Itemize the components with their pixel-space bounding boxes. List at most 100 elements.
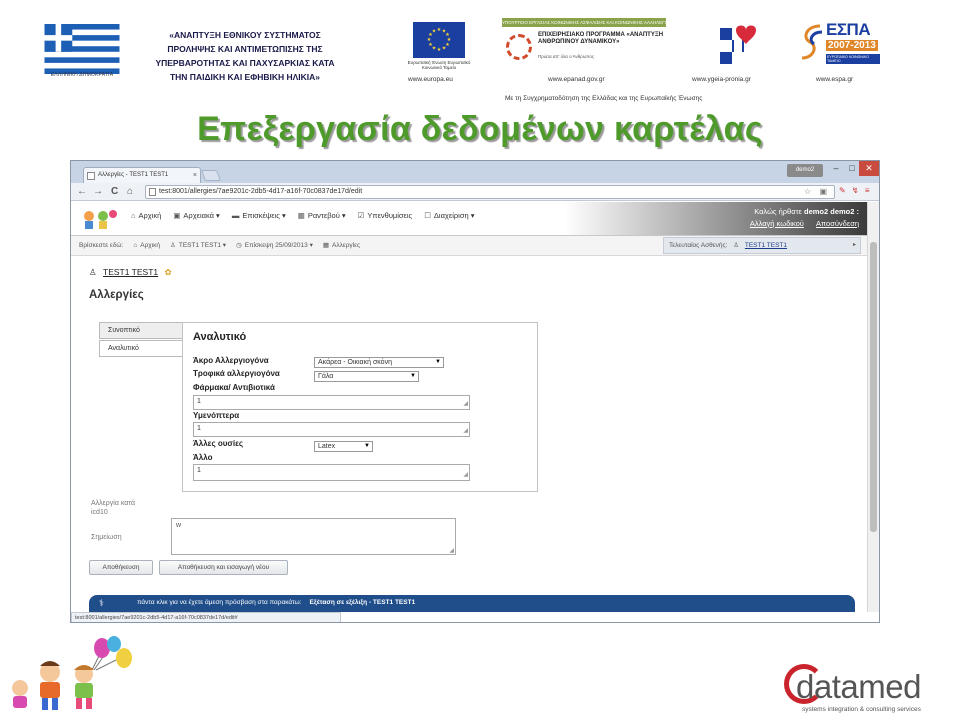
breadcrumb: Βρίσκεστε εδώ: ⌂ Αρχική ♙ TEST1 TEST1 ▾ ◷ Ε… (71, 236, 867, 256)
epanad-title: ΕΠΙΧΕΙΡΗΣΙΑΚΟ ΠΡΟΓΡΑΜΜΑ «ΑΝΑΠΤΥΞΗ ΑΝΘΡΩΠ… (538, 32, 664, 45)
menu-item-admin[interactable]: ☐ Διαχείριση ▾ (424, 211, 474, 220)
menu-item-records[interactable]: ▣ Αρχειακά ▾ (173, 211, 220, 220)
breadcrumb-item-home[interactable]: ⌂ Αρχική (133, 236, 160, 255)
browser-toolbar: ← → C ⌂ test:8001/allergies/7ae9201c-2db… (71, 183, 879, 201)
note-textarea[interactable]: w ◢ (171, 518, 456, 555)
tab-title: Αλλεργίες - TEST1 TEST1 (98, 172, 169, 178)
scrollbar-thumb[interactable] (870, 242, 877, 532)
greek-flag-caption: ΕΛΛΗΝΙΚΗ ΔΗΜΟΚΡΑΤΙΑ (50, 72, 114, 78)
last-patient-name[interactable]: TEST1 TEST1 (745, 242, 787, 249)
home-icon: ⌂ (133, 242, 138, 249)
resize-grip-icon[interactable]: ◢ (463, 427, 468, 436)
other-substances-select[interactable]: Latex ▼ (314, 441, 373, 452)
back-arrow-icon[interactable]: ← (77, 185, 87, 199)
reload-icon[interactable]: C (111, 185, 118, 199)
svg-text:★: ★ (442, 46, 447, 52)
program-title: «ΑΝΑΠΤΥΞΗ ΕΘΝΙΚΟΥ ΣΥΣΤΗΜΑΤΟΣ ΠΡΟΛΗΨΗΣ ΚΑ… (140, 28, 350, 84)
ministry-bar: ΥΠΟΥΡΓΕΙΟ ΕΡΓΑΣΙΑΣ ΚΟΙΝΩΝΙΚΗΣ ΑΣΦΑΛΙΣΗΣ … (502, 18, 666, 27)
extension-icons[interactable]: ✎ ↯ ≡ (839, 186, 872, 195)
food-allergens-select[interactable]: Γάλα ▼ (314, 371, 419, 382)
menu-item-label: Αρχειακά ▾ (183, 211, 220, 220)
tab-close-icon[interactable]: × (193, 168, 197, 183)
espa-url: www.espa.gr (816, 76, 854, 83)
last-patient-label: Τελευταίος Ασθενής: (669, 242, 728, 249)
last-patient-box[interactable]: Τελευταίος Ασθενής: ♙ TEST1 TEST1 ▸ (663, 237, 861, 254)
browser-status-bar: test:8001/allergies/7ae9201c-2db5-4d17-a… (71, 612, 341, 622)
breadcrumb-item-patient[interactable]: ♙ TEST1 TEST1 ▾ (170, 236, 226, 255)
drugs-textarea[interactable]: 1 ◢ (193, 395, 470, 410)
breadcrumb-label: TEST1 TEST1 ▾ (178, 242, 227, 249)
resize-grip-icon[interactable]: ◢ (463, 400, 468, 409)
patient-line: ♙ TEST1 TEST1 ✿ (89, 267, 172, 278)
welcome-text: Καλώς ήρθατε (754, 207, 802, 216)
allergy-form: Αναλυτικό Άκρο Αλλεργιογόνα Ακάρεα - Οικ… (182, 322, 538, 492)
epanad-logo: ΥΠΟΥΡΓΕΙΟ ΕΡΓΑΣΙΑΣ ΚΟΙΝΩΝΙΚΗΣ ΑΣΦΑΛΙΣΗΣ … (502, 18, 666, 70)
forward-arrow-icon[interactable]: → (93, 185, 103, 199)
icd-label-text: Αλλεργία κατά (91, 500, 135, 507)
cofunding-note: Με τη Συγχρηματοδότηση της Ελλάδας και τ… (505, 95, 703, 102)
kids-logo-icon[interactable] (79, 208, 121, 230)
page-title: Αλλεργίες (89, 289, 144, 301)
breadcrumb-label: Επίσκεψη 25/09/2013 ▾ (244, 242, 313, 249)
address-bar[interactable]: test:8001/allergies/7ae9201c-2db5-4d17-a… (145, 185, 835, 199)
field-label: Τροφικά αλλεργιογόνα (193, 369, 280, 378)
folder-icon: ▣ (173, 211, 181, 220)
app-navbar: ⌂ Αρχική ▣ Αρχειακά ▾ ▬ Επισκέψεις ▾ ▦ Ραντε… (71, 202, 867, 236)
clock-icon: ◷ (236, 242, 242, 249)
datamed-wordmark: datamed (796, 668, 921, 705)
status-message: πάντα κλικ για να έχετε άμεση πρόσβαση σ… (137, 595, 415, 611)
patient-name-link[interactable]: TEST1 TEST1 (103, 267, 158, 277)
breadcrumb-prefix: Βρίσκεστε εδώ: (79, 242, 124, 249)
new-tab-button[interactable] (200, 170, 222, 181)
calendar-icon: ▦ (322, 242, 329, 249)
select-value: Γάλα (318, 373, 334, 380)
save-button[interactable]: Αποθήκευση (89, 560, 153, 575)
dropdown-arrow-icon: ▼ (435, 359, 441, 365)
select-value: Ακάρεα - Οικιακή σκόνη (318, 359, 392, 366)
logout-link[interactable]: Αποσύνδεση (816, 219, 859, 228)
program-line: ΥΠΕΡΒΑΡΟΤΗΤΑΣ ΚΑΙ ΠΑΧΥΣΑΡΚΙΑΣ ΚΑΤΑ (155, 58, 335, 68)
save-and-new-button[interactable]: Αποθήκευση και εισαγωγή νέου (159, 560, 288, 575)
field-label: Άλλο (193, 453, 213, 462)
tab-summary[interactable]: Συνοπτικό (99, 322, 183, 339)
user-icon: ♙ (89, 267, 97, 277)
eu-caption: Ευρωπαϊκή Ένωση Ευρωπαϊκό Κοινωνικό Ταμε… (407, 60, 471, 70)
presentation-slide: ΕΛΛΗΝΙΚΗ ΔΗΜΟΚΡΑΤΙΑ «ΑΝΑΠΤΥΞΗ ΕΘΝΙΚΟΥ ΣΥ… (0, 0, 960, 720)
resize-grip-icon[interactable]: ◢ (463, 471, 468, 480)
bookmark-star-icon[interactable]: ☆ ▣ (804, 186, 830, 198)
program-line: ΤΗΝ ΠΑΙΔΙΚΗ ΚΑΙ ΕΦΗΒΙΚΗ ΗΛΙΚΙΑ» (169, 72, 321, 82)
breadcrumb-item-visit[interactable]: ◷ Επίσκεψη 25/09/2013 ▾ (236, 236, 313, 255)
breadcrumb-label: Αρχική (140, 242, 161, 249)
vertical-scrollbar[interactable] (867, 202, 879, 612)
browser-user-badge[interactable]: demo2 (787, 164, 823, 177)
field-label: Υμενόπτερα (193, 411, 240, 420)
extension-icons-glyphs: ✎ ↯ ≡ (839, 186, 872, 195)
home-icon[interactable]: ⌂ (127, 185, 133, 199)
user-icon: ♙ (170, 242, 176, 249)
menu-item-visits[interactable]: ▬ Επισκέψεις ▾ (232, 211, 286, 220)
user-name: demo2 demo2 : (803, 207, 859, 216)
eu-url: www.europa.eu (408, 76, 453, 83)
logo-banner: ΕΛΛΗΝΙΚΗ ΔΗΜΟΚΡΑΤΙΑ «ΑΝΑΠΤΥΞΗ ΕΘΝΙΚΟΥ ΣΥ… (0, 0, 960, 110)
other-textarea[interactable]: 1 ◢ (193, 464, 470, 481)
account-links: Αλλαγή κωδικού Αποσύνδεση (740, 218, 859, 230)
airborne-allergens-select[interactable]: Ακάρεα - Οικιακή σκόνη ▼ (314, 357, 444, 368)
health-url: www.ygeia-pronia.gr (692, 76, 751, 83)
browser-titlebar: Αλλεργίες - TEST1 TEST1 × demo2 – □ ✕ (71, 161, 879, 183)
tab-detailed[interactable]: Αναλυτικό (99, 340, 183, 357)
hymenoptera-textarea[interactable]: 1 ◢ (193, 422, 470, 437)
chevron-down-icon[interactable]: ▸ (853, 238, 856, 253)
change-password-link[interactable]: Αλλαγή κωδικού (750, 219, 804, 228)
address-bar-url: test:8001/allergies/7ae9201c-2db5-4d17-a… (159, 188, 363, 195)
close-window-button[interactable]: ✕ (859, 161, 879, 176)
menu-item-appointments[interactable]: ▦ Ραντεβού ▾ (298, 211, 346, 220)
tab-favicon-icon (87, 172, 95, 180)
exam-status-bar[interactable]: ⚕ πάντα κλικ για να έχετε άμεση πρόσβαση… (89, 595, 855, 612)
welcome-line: Καλώς ήρθατε demo2 demo2 : (740, 206, 859, 218)
textarea-value: 1 (197, 398, 201, 405)
menu-item-reminders[interactable]: ☑ Υπενθυμίσεις (358, 211, 413, 220)
resize-grip-icon[interactable]: ◢ (449, 547, 454, 554)
menu-item-home[interactable]: ⌂ Αρχική (131, 211, 161, 220)
greek-flag-logo (44, 24, 120, 74)
browser-tab[interactable]: Αλλεργίες - TEST1 TEST1 × (83, 167, 201, 183)
